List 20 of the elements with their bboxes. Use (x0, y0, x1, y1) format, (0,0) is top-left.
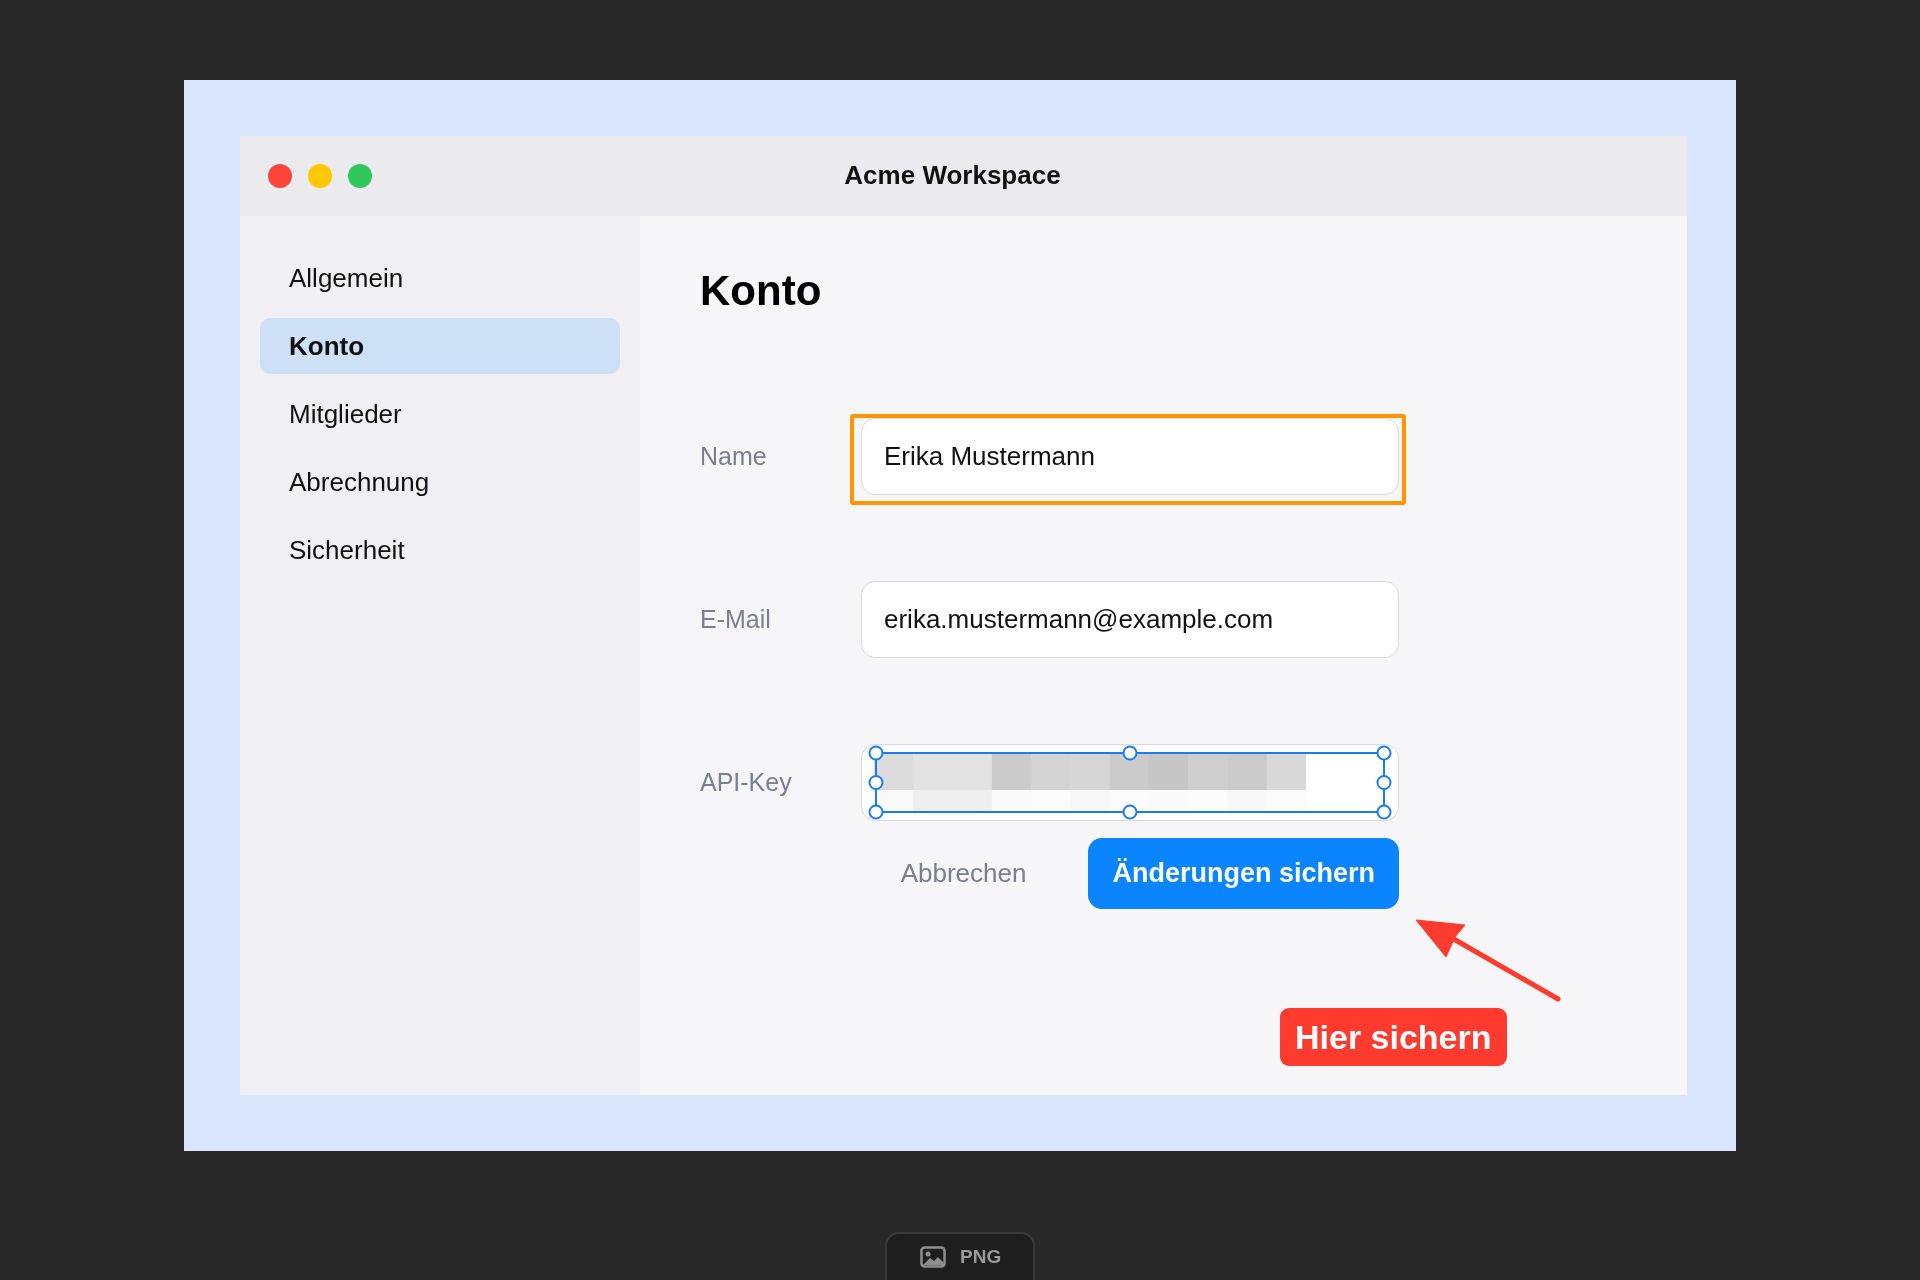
input-field[interactable]: erika.mustermann@example.com (861, 581, 1399, 658)
field-label: E-Mail (700, 603, 772, 635)
cancel-button[interactable]: Abbrechen (888, 845, 1039, 902)
page-heading: Konto (700, 266, 822, 316)
sidebar-item[interactable]: Abrechnung (260, 454, 620, 510)
window-zoom-icon[interactable] (348, 164, 372, 188)
field-label: API-Key (700, 766, 793, 798)
input-field[interactable]: Erika Mustermann (861, 418, 1399, 495)
format-label: PNG (960, 1244, 1002, 1269)
sidebar-item[interactable]: Allgemein (260, 250, 620, 306)
annotation-label: Hier sichern (1280, 1008, 1507, 1066)
sidebar-item[interactable]: Mitglieder (260, 386, 620, 442)
field-label: Name (700, 440, 768, 472)
selection-handles[interactable] (868, 745, 1392, 820)
save-button[interactable]: Änderungen sichern (1088, 838, 1399, 909)
sidebar-item[interactable]: Konto (260, 318, 620, 374)
window-close-icon[interactable] (268, 164, 292, 188)
sidebar-item[interactable]: Sicherheit (260, 522, 620, 578)
window-title: Acme Workspace (844, 160, 1061, 192)
image-icon (920, 1246, 946, 1268)
